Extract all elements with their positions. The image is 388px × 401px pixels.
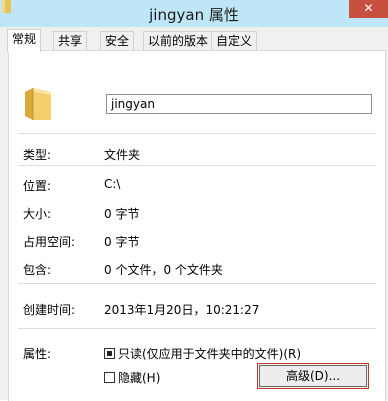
divider <box>18 328 376 329</box>
size-on-disk-label: 占用空间: <box>23 235 76 249</box>
size-label: 大小: <box>23 207 52 221</box>
advanced-button[interactable]: 高级(D)... <box>257 363 369 389</box>
readonly-option[interactable]: 只读(仅应用于文件夹中的文件)(R) <box>104 345 301 362</box>
readonly-checkbox[interactable] <box>104 348 115 359</box>
divider <box>18 165 376 166</box>
folder-name-input[interactable] <box>106 94 372 114</box>
hidden-label: 隐藏(H) <box>118 371 161 385</box>
created-value: 2013年1月20日，10:21:27 <box>104 303 260 317</box>
location-label: 位置: <box>23 179 52 193</box>
type-value: 文件夹 <box>104 148 141 162</box>
hidden-checkbox[interactable] <box>104 372 115 383</box>
readonly-label: 只读(仅应用于文件夹中的文件)(R) <box>118 347 302 361</box>
contains-value: 0 个文件，0 个文件夹 <box>104 263 223 277</box>
tab-customize[interactable]: 自定义 <box>211 31 258 50</box>
window-title: jingyan 属性 <box>149 6 239 24</box>
attributes-label: 属性: <box>23 347 52 361</box>
general-panel: 类型: 文件夹 位置: C:\ 大小: 0 字节 占用空间: 0 字节 包含: … <box>8 50 386 401</box>
tab-previous-versions[interactable]: 以前的版本 <box>143 31 214 50</box>
size-on-disk-value: 0 字节 <box>104 235 140 249</box>
type-label: 类型: <box>23 148 52 162</box>
properties-dialog: 常规 共享 安全 以前的版本 自定义 类型: 文件夹 位置: C:\ 大小: 0… <box>0 27 388 401</box>
title-bar: jingyan 属性 ✕ <box>0 0 388 27</box>
advanced-button-label: 高级(D)... <box>259 365 367 387</box>
contains-label: 包含: <box>23 263 52 277</box>
tab-general[interactable]: 常规 <box>7 29 42 52</box>
location-value: C:\ <box>104 177 121 191</box>
created-label: 创建时间: <box>23 303 76 317</box>
folder-icon <box>25 88 51 120</box>
divider <box>18 133 376 134</box>
tab-security[interactable]: 安全 <box>100 31 135 50</box>
close-button[interactable]: ✕ <box>349 0 388 18</box>
hidden-option[interactable]: 隐藏(H) <box>104 369 160 386</box>
divider <box>18 283 376 284</box>
size-value: 0 字节 <box>104 207 140 221</box>
tab-sharing[interactable]: 共享 <box>53 31 88 50</box>
